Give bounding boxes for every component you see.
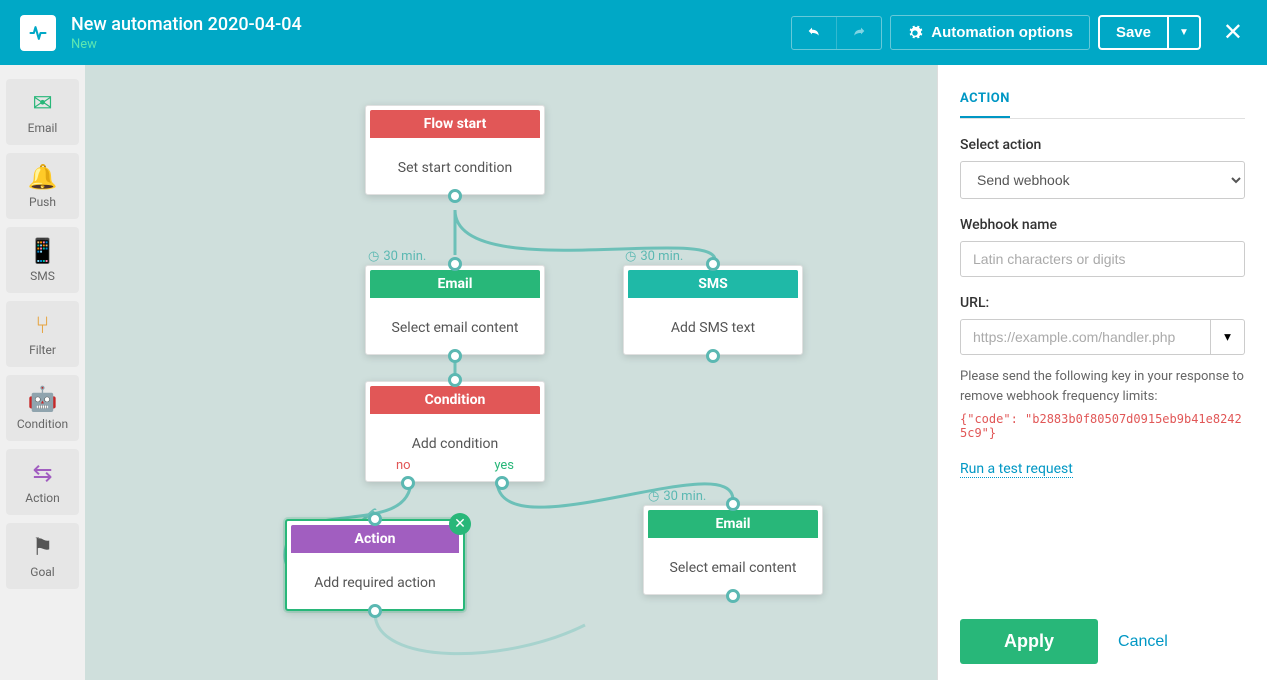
node-header: Flow start: [370, 110, 540, 138]
palette-goal[interactable]: ⚑Goal: [6, 523, 79, 589]
node-body: Select email content: [644, 542, 822, 594]
select-action-label: Select action: [960, 137, 1245, 153]
input-port[interactable]: [448, 257, 462, 271]
save-button-group: Save ▼: [1098, 15, 1201, 50]
sms-icon: 📱: [28, 237, 58, 265]
action-icon: ⇆: [32, 459, 52, 487]
url-input-group: ▾: [960, 319, 1245, 355]
condition-icon: 🤖: [28, 385, 58, 413]
flow-canvas[interactable]: 30 min. 30 min. 30 min. Flow start Set s…: [85, 65, 937, 680]
node-header: Condition: [370, 386, 540, 414]
node-body: Add SMS text: [624, 302, 802, 354]
output-port-yes[interactable]: [495, 476, 509, 490]
email-icon: ✉: [32, 89, 52, 117]
delay-label: 30 min.: [625, 249, 683, 264]
input-port[interactable]: [726, 497, 740, 511]
chevron-down-icon: ▾: [1224, 329, 1231, 345]
undo-button[interactable]: [792, 17, 836, 49]
clock-icon: [368, 249, 379, 264]
node-delete-button[interactable]: ✕: [449, 513, 471, 535]
webhook-hint: Please send the following key in your re…: [960, 367, 1245, 406]
clock-icon: [625, 249, 636, 264]
node-header: Action: [291, 525, 459, 553]
apply-button[interactable]: Apply: [960, 619, 1098, 664]
panel-body: ACTION Select action Send webhook Webhoo…: [938, 65, 1267, 603]
push-icon: 🔔: [28, 163, 58, 191]
output-port-no[interactable]: [401, 476, 415, 490]
undo-redo-group: [791, 16, 882, 50]
palette-email[interactable]: ✉Email: [6, 79, 79, 145]
gear-icon: [907, 25, 923, 41]
node-email[interactable]: Email Select email content: [643, 505, 823, 595]
webhook-name-input[interactable]: [960, 241, 1245, 277]
node-body: Select email content: [366, 302, 544, 354]
node-action[interactable]: ✕ Action Add required action: [285, 519, 465, 611]
automation-options-button[interactable]: Automation options: [890, 15, 1090, 50]
panel-tab-action[interactable]: ACTION: [960, 91, 1010, 118]
save-button[interactable]: Save: [1100, 17, 1167, 48]
panel-footer: Apply Cancel: [938, 603, 1267, 680]
output-port[interactable]: [726, 589, 740, 603]
goal-icon: ⚑: [32, 533, 54, 561]
pulse-icon: [28, 23, 48, 43]
node-palette: ✉Email 🔔Push 📱SMS ⑂Filter 🤖Condition ⇆Ac…: [0, 65, 85, 680]
output-port[interactable]: [368, 604, 382, 618]
output-port[interactable]: [448, 189, 462, 203]
url-input[interactable]: [960, 319, 1211, 355]
select-action-dropdown[interactable]: Send webhook: [960, 161, 1245, 199]
title-block: New automation 2020-04-04 New: [71, 14, 791, 52]
branch-yes: yes: [494, 458, 514, 473]
app-logo: [20, 15, 56, 51]
webhook-name-label: Webhook name: [960, 217, 1245, 233]
redo-button[interactable]: [836, 17, 881, 49]
delay-label: 30 min.: [648, 489, 706, 504]
input-port[interactable]: [448, 373, 462, 387]
condition-branches: no yes: [366, 458, 544, 481]
webhook-code: {"code": "b2883b0f80507d0915eb9b41e82425…: [960, 412, 1245, 440]
node-body: Add required action: [287, 557, 463, 609]
page-title[interactable]: New automation 2020-04-04: [71, 14, 791, 35]
node-header: SMS: [628, 270, 798, 298]
palette-push[interactable]: 🔔Push: [6, 153, 79, 219]
delay-label: 30 min.: [368, 249, 426, 264]
palette-sms[interactable]: 📱SMS: [6, 227, 79, 293]
input-port[interactable]: [368, 512, 382, 526]
branch-no: no: [396, 458, 411, 473]
node-body: Set start condition: [366, 142, 544, 194]
properties-panel: ACTION Select action Send webhook Webhoo…: [937, 65, 1267, 680]
output-port[interactable]: [448, 349, 462, 363]
undo-icon: [806, 25, 822, 41]
node-sms[interactable]: SMS Add SMS text: [623, 265, 803, 355]
url-dropdown-button[interactable]: ▾: [1211, 319, 1245, 355]
close-button[interactable]: ✕: [1219, 14, 1247, 51]
node-header: Email: [370, 270, 540, 298]
cancel-button[interactable]: Cancel: [1118, 633, 1168, 651]
node-email[interactable]: Email Select email content: [365, 265, 545, 355]
palette-action[interactable]: ⇆Action: [6, 449, 79, 515]
main-area: ✉Email 🔔Push 📱SMS ⑂Filter 🤖Condition ⇆Ac…: [0, 65, 1267, 680]
node-condition[interactable]: Condition Add condition no yes: [365, 381, 545, 482]
save-dropdown-button[interactable]: ▼: [1167, 17, 1199, 48]
palette-condition[interactable]: 🤖Condition: [6, 375, 79, 441]
clock-icon: [648, 489, 659, 504]
node-header: Email: [648, 510, 818, 538]
app-header: New automation 2020-04-04 New Automation…: [0, 0, 1267, 65]
output-port[interactable]: [706, 349, 720, 363]
palette-filter[interactable]: ⑂Filter: [6, 301, 79, 367]
tab-separator: [960, 118, 1245, 119]
input-port[interactable]: [706, 257, 720, 271]
node-flow-start[interactable]: Flow start Set start condition: [365, 105, 545, 195]
url-label: URL:: [960, 295, 1245, 311]
test-request-link[interactable]: Run a test request: [960, 461, 1073, 478]
automation-status: New: [71, 37, 791, 52]
node-body: Add condition: [366, 418, 544, 458]
redo-icon: [851, 25, 867, 41]
header-actions: Automation options Save ▼ ✕: [791, 14, 1247, 51]
filter-icon: ⑂: [35, 311, 49, 339]
